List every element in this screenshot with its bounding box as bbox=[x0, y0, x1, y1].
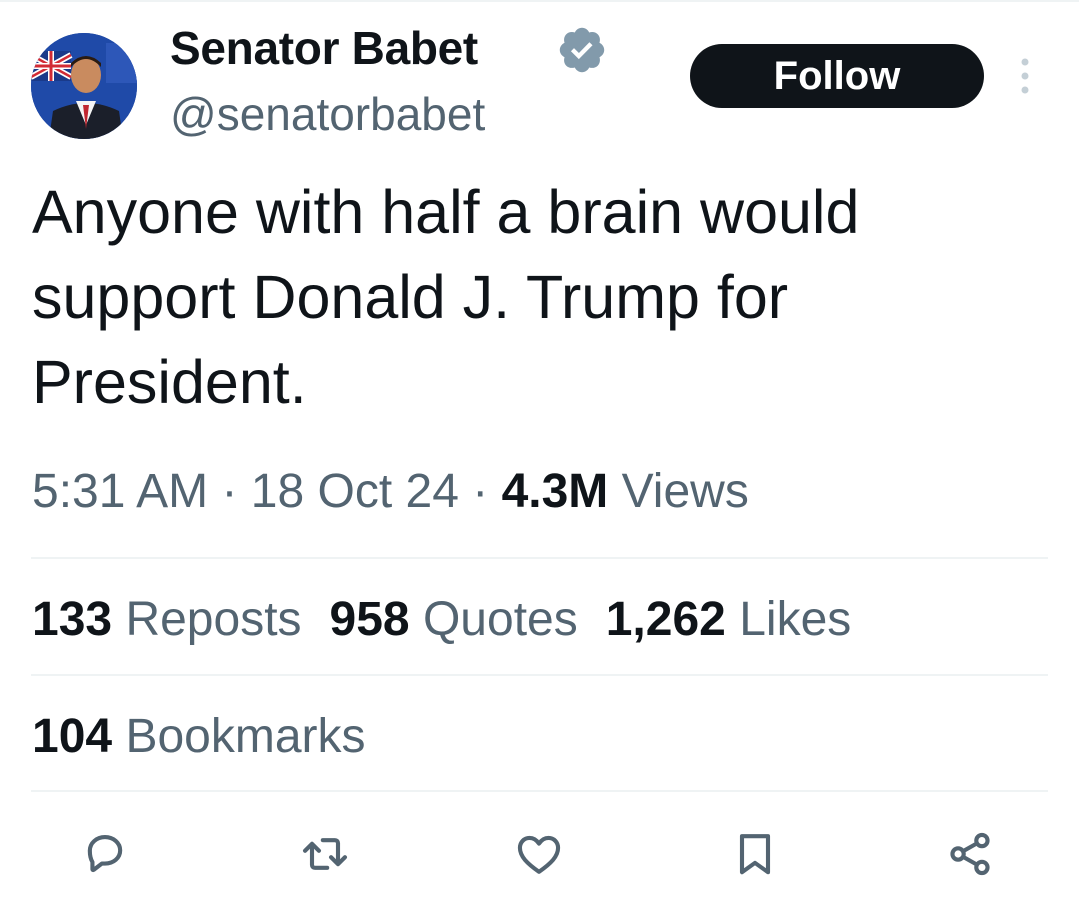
share-icon bbox=[950, 832, 990, 876]
reposts-stat[interactable]: 133 Reposts bbox=[32, 593, 302, 646]
reposts-count: 133 bbox=[32, 593, 113, 646]
likes-label: Likes bbox=[739, 593, 852, 646]
more-options-icon[interactable] bbox=[1012, 56, 1038, 96]
views-count: 4.3M bbox=[501, 465, 609, 518]
bookmarks-count: 104 bbox=[32, 710, 113, 763]
share-button[interactable] bbox=[942, 826, 998, 882]
display-name[interactable]: Senator Babet bbox=[170, 20, 478, 76]
meta-separator: · bbox=[221, 465, 238, 518]
avatar[interactable] bbox=[31, 33, 137, 139]
like-button[interactable] bbox=[511, 826, 567, 882]
repost-icon bbox=[303, 838, 347, 870]
quotes-label: Quotes bbox=[422, 593, 578, 646]
verified-badge-icon[interactable] bbox=[556, 24, 608, 76]
tweet-text: Anyone with half a brain would support D… bbox=[32, 178, 860, 416]
repost-button[interactable] bbox=[297, 826, 353, 882]
tweet-time[interactable]: 5:31 AM bbox=[32, 465, 208, 518]
divider bbox=[31, 790, 1048, 792]
like-icon bbox=[517, 835, 561, 874]
divider bbox=[31, 557, 1048, 559]
handle[interactable]: @senatorbabet bbox=[170, 86, 485, 142]
tweet-date[interactable]: 18 Oct 24 bbox=[251, 465, 459, 518]
reposts-label: Reposts bbox=[125, 593, 302, 646]
divider bbox=[31, 674, 1048, 676]
meta-separator: · bbox=[472, 465, 489, 518]
reply-icon bbox=[87, 835, 123, 873]
bookmarks-stat[interactable]: 104 Bookmarks bbox=[32, 707, 366, 767]
likes-stat[interactable]: 1,262 Likes bbox=[606, 593, 852, 646]
top-border bbox=[0, 0, 1079, 2]
bookmark-icon bbox=[739, 834, 771, 875]
tweet-meta: 5:31 AM · 18 Oct 24 · 4.3M Views bbox=[32, 462, 749, 522]
likes-count: 1,262 bbox=[605, 593, 726, 646]
follow-button[interactable]: Follow bbox=[690, 44, 984, 108]
engagement-stats: 133 Reposts 958 Quotes 1,262 Likes bbox=[32, 590, 851, 650]
reply-button[interactable] bbox=[77, 826, 133, 882]
bookmark-button[interactable] bbox=[727, 826, 783, 882]
views-label: Views bbox=[621, 465, 749, 518]
quotes-stat[interactable]: 958 Quotes bbox=[330, 593, 578, 646]
bookmarks-label: Bookmarks bbox=[125, 710, 366, 763]
quotes-count: 958 bbox=[329, 593, 410, 646]
